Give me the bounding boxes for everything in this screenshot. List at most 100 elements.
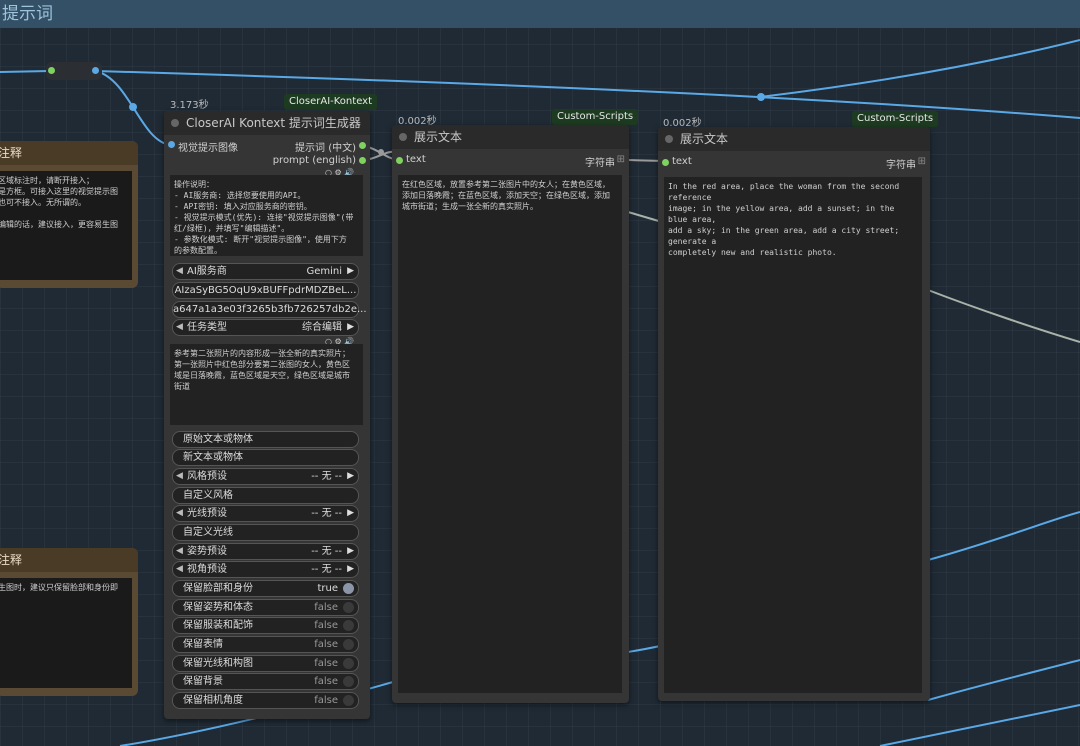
decrement-arrow-icon[interactable]: ◀ <box>176 562 183 577</box>
increment-arrow-icon[interactable]: ▶ <box>347 506 354 521</box>
instruction-line: - 参数化模式: 断开"视觉提示图像"，使用下方 <box>174 235 347 244</box>
style-value: -- 无 -- <box>311 471 342 482</box>
toggle-keep-expression[interactable]: 保留表情 false <box>172 636 359 653</box>
node-title-bar[interactable]: CloserAI Kontext 提示词生成器 <box>164 111 370 135</box>
new-text-field[interactable]: 新文本或物体 <box>172 449 359 466</box>
decrement-arrow-icon[interactable]: ◀ <box>176 264 183 279</box>
reroute-input-dot[interactable] <box>48 67 55 74</box>
description-textarea[interactable]: 参考第二张照片的内容形成一张全新的真实照片； 第一张照片中红色部分要第二张图的女… <box>170 344 363 425</box>
output-en-label: prompt (english) <box>272 155 356 166</box>
string-output-label: 字符串 <box>886 160 916 171</box>
wire-top-left <box>0 70 51 73</box>
decrement-arrow-icon[interactable]: ◀ <box>176 544 183 559</box>
custom-light-field[interactable]: 自定义光线 <box>172 524 359 541</box>
toggle-knob-icon[interactable] <box>343 658 354 669</box>
custom-style-field[interactable]: 自定义风格 <box>172 487 359 504</box>
new-text-placeholder: 新文本或物体 <box>183 452 243 463</box>
display-textarea[interactable]: 在红色区域，放置参考第二张图片中的女人；在黄色区域， 添加日落晚霞；在蓝色区域，… <box>398 175 622 693</box>
toggle-knob-icon[interactable] <box>343 602 354 613</box>
reroute-output-dot[interactable] <box>92 67 99 74</box>
increment-arrow-icon[interactable]: ▶ <box>347 544 354 559</box>
task-type-combo[interactable]: ◀ 任务类型 综合编辑 ▶ <box>172 319 359 336</box>
light-preset-combo[interactable]: ◀ 光线预设 -- 无 -- ▶ <box>172 505 359 522</box>
toggle-value: false <box>314 620 338 631</box>
toggle-knob-icon[interactable] <box>343 583 354 594</box>
text-input-label: text <box>672 156 692 167</box>
grid-icon[interactable]: ⊞ <box>617 154 625 165</box>
instruction-line: 操作说明： <box>174 180 214 189</box>
toggle-keep-camera-angle[interactable]: 保留相机角度 false <box>172 692 359 709</box>
decrement-arrow-icon[interactable]: ◀ <box>176 320 183 335</box>
toggle-keep-pose[interactable]: 保留姿势和体态 false <box>172 599 359 616</box>
text-input-dot[interactable] <box>662 159 669 166</box>
image-input-dot[interactable] <box>168 141 175 148</box>
increment-arrow-icon[interactable]: ▶ <box>347 469 354 484</box>
note-line: 也可不接入。无所谓的。 <box>0 198 86 207</box>
toggle-label: 保留服装和配饰 <box>183 620 253 631</box>
collapse-dot-icon[interactable] <box>399 133 407 141</box>
instruction-line: 红/绿框)，并填写"编辑描述"。 <box>174 224 290 233</box>
output-en-dot[interactable] <box>359 157 366 164</box>
toggle-keep-clothing[interactable]: 保留服装和配饰 false <box>172 617 359 634</box>
note-top-body[interactable]: 区域标注时，请断开接入； 是方框。可接入这里的视觉提示图 也可不接入。无所谓的。… <box>0 171 132 280</box>
content-line: add a sky; in the green area, add a city… <box>668 226 900 246</box>
instruction-line: - 视觉提示模式(优先): 连接"视觉提示图像"(带 <box>174 213 354 222</box>
pose-preset-combo[interactable]: ◀ 姿势预设 -- 无 -- ▶ <box>172 543 359 560</box>
increment-arrow-icon[interactable]: ▶ <box>347 264 354 279</box>
style-preset-combo[interactable]: ◀ 风格预设 -- 无 -- ▶ <box>172 468 359 485</box>
increment-arrow-icon[interactable]: ▶ <box>347 320 354 335</box>
original-text-field[interactable]: 原始文本或物体 <box>172 431 359 448</box>
instructions-textarea[interactable]: 操作说明： - AI服务商: 选择您要使用的API。 - API密钥: 填入对应… <box>170 175 363 256</box>
toggle-value: false <box>314 639 338 650</box>
node-timing: 3.173秒 <box>170 100 209 111</box>
output-cn-dot[interactable] <box>359 142 366 149</box>
collapse-dot-icon[interactable] <box>665 135 673 143</box>
group-title[interactable]: 提示词 <box>0 0 1080 28</box>
note-line: 生图时，建议只保留脸部和身份即 <box>0 583 118 592</box>
content-line: 添加日落晚霞；在蓝色区域，添加天空；在绿色区域，添加 <box>402 191 610 200</box>
note-top[interactable]: 注释 区域标注时，请断开接入； 是方框。可接入这里的视觉提示图 也可不接入。无所… <box>0 141 138 288</box>
toggle-keep-face[interactable]: 保留脸部和身份 true <box>172 580 359 597</box>
text-input-dot[interactable] <box>396 157 403 164</box>
prompt-generator-node[interactable]: CloserAI Kontext 提示词生成器 视觉提示图像 提示词 (中文) … <box>164 111 370 719</box>
show-text-node-cn[interactable]: 展示文本 text 字符串 ⊞ 在红色区域，放置参考第二张图片中的女人；在黄色区… <box>392 125 629 703</box>
display-textarea[interactable]: In the red area, place the woman from th… <box>664 177 922 693</box>
service-value: Gemini <box>306 266 342 277</box>
node-badge: CloserAI-Kontext <box>284 94 378 110</box>
note-bottom[interactable]: 注释 生图时，建议只保留脸部和身份即 <box>0 548 138 696</box>
toggle-value: false <box>314 676 338 687</box>
wire-grey-out <box>927 289 1080 343</box>
toggle-label: 保留脸部和身份 <box>183 583 253 594</box>
toggle-value: false <box>314 658 338 669</box>
node-title-bar[interactable]: 展示文本 <box>392 125 629 149</box>
toggle-knob-icon[interactable] <box>343 695 354 706</box>
toggle-knob-icon[interactable] <box>343 620 354 631</box>
node-title-bar[interactable]: 展示文本 <box>658 127 930 151</box>
service-combo[interactable]: ◀ AI服务商 Gemini ▶ <box>172 263 359 280</box>
toggle-keep-background[interactable]: 保留背景 false <box>172 673 359 690</box>
wire-bottom-3 <box>879 704 1080 746</box>
node-badge: Custom-Scripts <box>552 109 639 125</box>
toggle-knob-icon[interactable] <box>343 676 354 687</box>
decrement-arrow-icon[interactable]: ◀ <box>176 469 183 484</box>
grid-icon[interactable]: ⊞ <box>918 156 926 167</box>
note-bottom-body[interactable]: 生图时，建议只保留脸部和身份即 <box>0 578 132 688</box>
reroute-node[interactable] <box>46 62 102 80</box>
api-key-field[interactable]: AIzaSyBG5OqU9xBUFFpdrMDZBeL... <box>172 282 359 299</box>
string-output-label: 字符串 <box>585 158 615 169</box>
toggle-knob-icon[interactable] <box>343 639 354 650</box>
show-text-node-en[interactable]: 展示文本 text 字符串 ⊞ In the red area, place t… <box>658 127 930 701</box>
instruction-line: - API密钥: 填入对应服务商的密钥。 <box>174 202 312 211</box>
toggle-keep-lighting[interactable]: 保留光线和构图 false <box>172 655 359 672</box>
output-cn-label: 提示词 (中文) <box>295 143 356 154</box>
secret-field[interactable]: a647a1a3e03f3265b3fb726257db2e... <box>172 301 367 318</box>
toggle-label: 保留背景 <box>183 676 223 687</box>
angle-preset-combo[interactable]: ◀ 视角预设 -- 无 -- ▶ <box>172 561 359 578</box>
decrement-arrow-icon[interactable]: ◀ <box>176 506 183 521</box>
toggle-label: 保留光线和构图 <box>183 658 253 669</box>
content-line: In the red area, place the woman from th… <box>668 182 900 202</box>
collapse-dot-icon[interactable] <box>171 119 179 127</box>
increment-arrow-icon[interactable]: ▶ <box>347 562 354 577</box>
api-key-value: AIzaSyBG5OqU9xBUFFpdrMDZBeL... <box>174 285 357 296</box>
wire-to-image-input <box>95 70 171 146</box>
